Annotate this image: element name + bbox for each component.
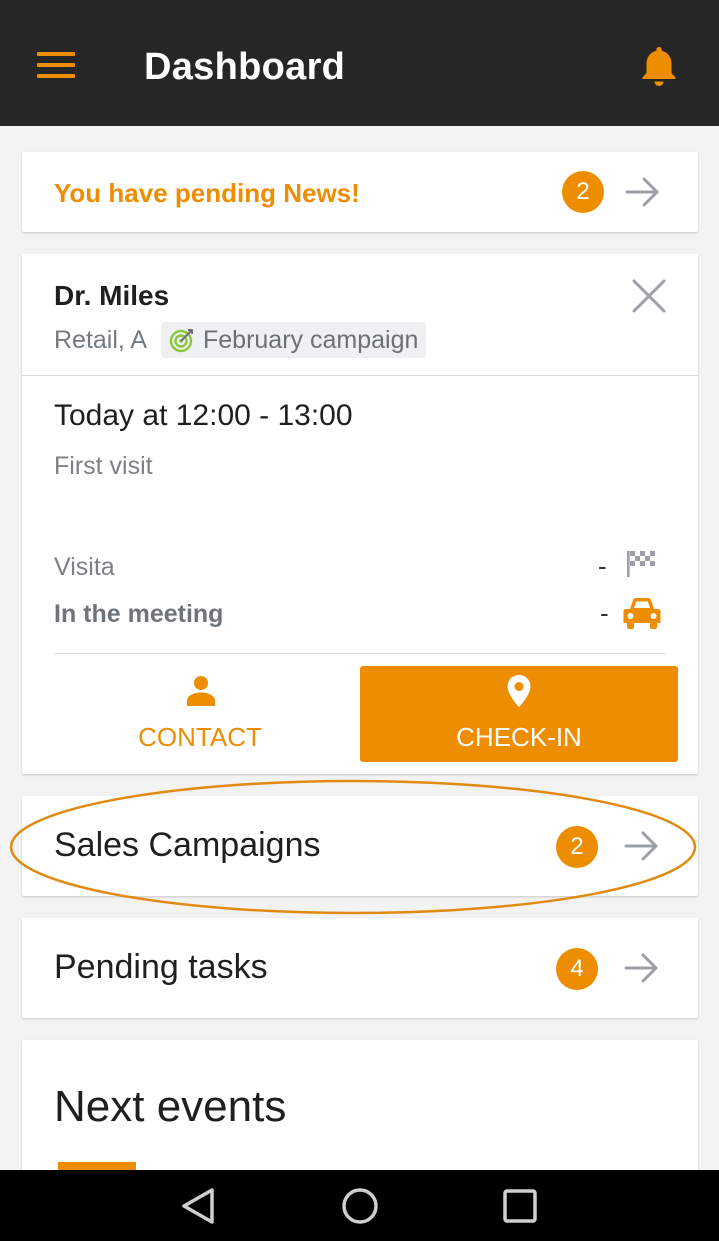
car-icon xyxy=(623,598,661,629)
app-bar: Dashboard xyxy=(0,0,719,126)
contact-button-label: CONTACT xyxy=(138,722,262,752)
bell-icon[interactable] xyxy=(638,44,680,88)
arrow-right-icon xyxy=(624,953,658,983)
divider xyxy=(22,375,698,376)
page-title: Dashboard xyxy=(144,46,346,88)
status-visita-label: Visita xyxy=(54,553,115,581)
check-in-button[interactable]: CHECK-IN xyxy=(360,666,678,762)
arrow-right-icon xyxy=(625,177,659,207)
checkered-flag-icon xyxy=(627,551,655,577)
pending-tasks-label: Pending tasks xyxy=(54,948,268,986)
close-icon[interactable] xyxy=(630,277,668,315)
pending-tasks-count-badge: 4 xyxy=(556,948,598,990)
location-pin-icon xyxy=(507,675,531,707)
news-count-badge: 2 xyxy=(562,171,604,213)
target-icon xyxy=(169,329,193,353)
system-navigation-bar xyxy=(0,1170,719,1241)
home-icon[interactable] xyxy=(338,1184,382,1228)
contact-button[interactable]: CONTACT xyxy=(54,666,346,762)
arrow-right-icon xyxy=(624,831,658,861)
visit-time: Today at 12:00 - 13:00 xyxy=(54,399,353,432)
visit-contact-name: Dr. Miles xyxy=(54,280,170,311)
status-meeting-label: In the meeting xyxy=(54,600,224,628)
check-in-button-label: CHECK-IN xyxy=(456,722,582,752)
pending-news-text: You have pending News! xyxy=(54,178,360,208)
next-events-title: Next events xyxy=(54,1082,287,1131)
pending-news-card[interactable]: You have pending News! 2 xyxy=(22,152,698,232)
status-visita-value: - xyxy=(598,551,607,581)
visit-type: First visit xyxy=(54,452,153,480)
campaign-tag[interactable]: February campaign xyxy=(161,322,427,358)
status-meeting-value: - xyxy=(600,598,609,628)
recents-icon[interactable] xyxy=(498,1184,542,1228)
divider xyxy=(54,653,666,654)
campaign-tag-label: February campaign xyxy=(203,326,419,354)
person-icon xyxy=(187,676,215,706)
hamburger-menu-icon[interactable] xyxy=(37,52,75,78)
pending-tasks-row[interactable]: Pending tasks 4 xyxy=(22,918,698,1018)
back-icon[interactable] xyxy=(178,1184,222,1228)
visit-subtitle: Retail, A xyxy=(54,326,148,354)
sales-campaigns-row[interactable]: Sales Campaigns 2 xyxy=(22,796,698,896)
sales-campaigns-label: Sales Campaigns xyxy=(54,826,321,864)
visit-card: Dr. Miles Retail, A February campaign To… xyxy=(22,254,698,774)
sales-campaigns-count-badge: 2 xyxy=(556,826,598,868)
